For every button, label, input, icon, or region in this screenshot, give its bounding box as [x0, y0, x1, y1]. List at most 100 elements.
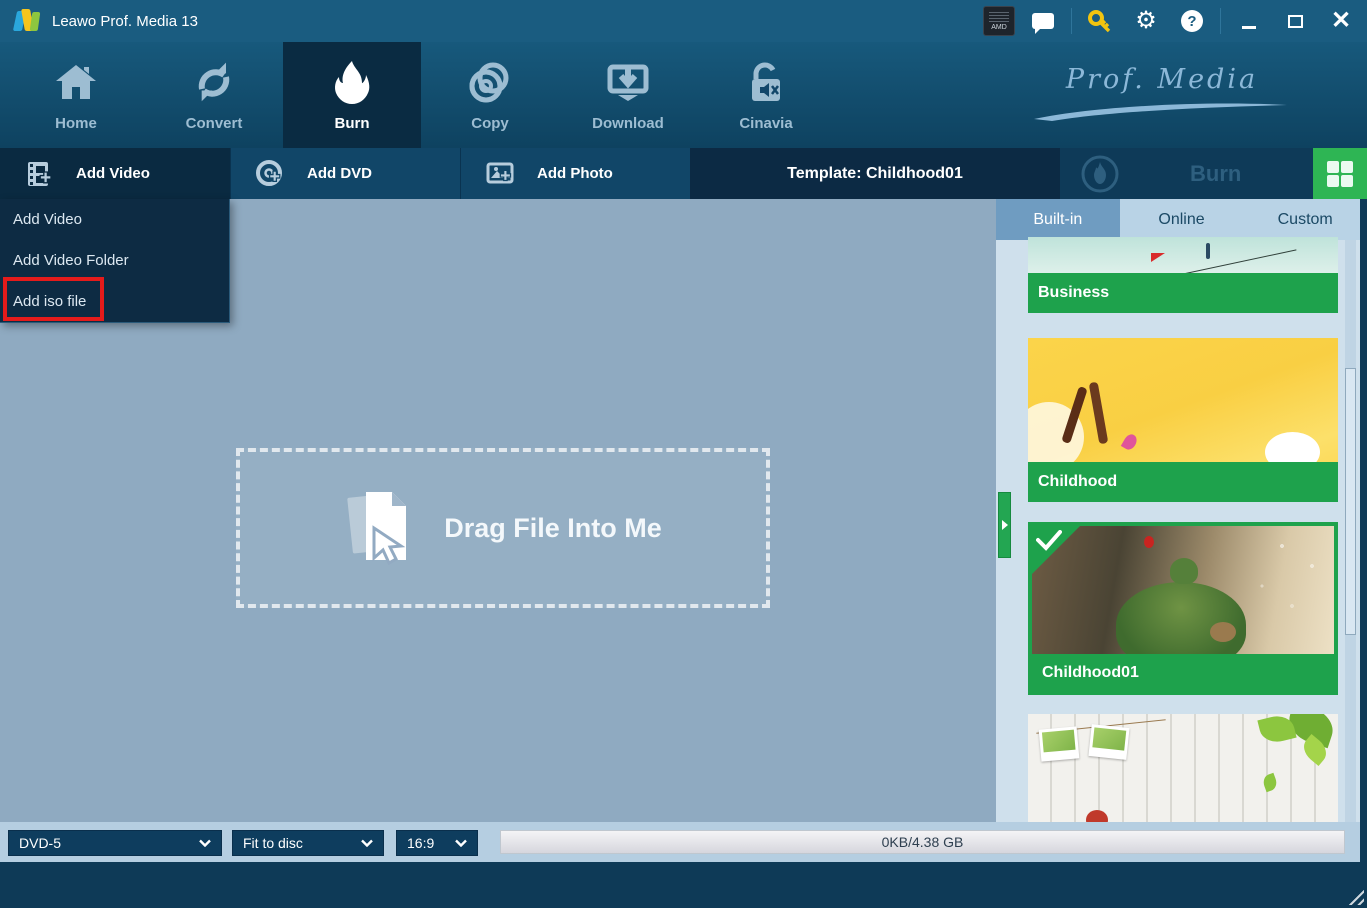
video-quality-value: Fit to disc [243, 835, 303, 851]
question-mark-icon: ? [1181, 10, 1203, 32]
add-photo-button[interactable]: Add Photo [460, 148, 690, 199]
tab-label: Online [1158, 211, 1204, 229]
burn-label: Burn [1190, 161, 1241, 187]
chat-bubble-icon [1032, 13, 1054, 29]
add-video-button[interactable]: Add Video [0, 148, 230, 199]
nav-label: Cinavia [739, 115, 792, 132]
maximize-icon [1288, 15, 1303, 28]
maximize-button[interactable] [1277, 0, 1313, 42]
panel-expand-handle[interactable] [998, 492, 1011, 558]
burn-action-button[interactable]: Burn [1060, 148, 1313, 199]
template-grid-view-button[interactable] [1313, 148, 1367, 199]
burn-circle-icon [1080, 154, 1120, 194]
disc-type-value: DVD-5 [19, 835, 61, 851]
selected-checkmark-icon [1032, 526, 1080, 574]
nav-tab-copy[interactable]: Copy [421, 42, 559, 148]
cinavia-unlock-mute-icon [742, 59, 790, 107]
copy-discs-icon [466, 59, 514, 107]
template-name: Childhood [1028, 462, 1338, 502]
template-item-childhood01-selected[interactable]: Childhood01 [1028, 522, 1338, 695]
menu-item-label: Add iso file [13, 293, 86, 310]
close-button[interactable]: ✕ [1323, 0, 1359, 42]
add-photo-label: Add Photo [537, 165, 613, 182]
file-cursor-icon [344, 486, 416, 570]
nav-label: Download [592, 115, 664, 132]
menu-item-add-video-folder[interactable]: Add Video Folder [0, 240, 229, 281]
status-bar [0, 862, 1367, 908]
capacity-text: 0KB/4.38 GB [882, 834, 964, 850]
add-video-dropdown-menu: Add Video Add Video Folder Add iso file [0, 199, 230, 323]
nav-label: Burn [335, 115, 370, 132]
template-selector-button[interactable]: Template: Childhood01 [690, 148, 1060, 199]
gear-icon: ⚙ [1135, 9, 1157, 33]
divider [1071, 8, 1072, 34]
menu-item-label: Add Video [13, 211, 82, 228]
scrollbar-thumb[interactable] [1345, 368, 1356, 635]
template-sidebar: Built-in Online Custom Business Childhoo… [996, 199, 1367, 822]
divider [1220, 8, 1221, 34]
download-icon [604, 59, 652, 107]
convert-arrows-icon [190, 59, 238, 107]
template-source-tabs: Built-in Online Custom [996, 199, 1367, 240]
nav-label: Copy [471, 115, 509, 132]
nav-label: Home [55, 115, 97, 132]
main-navbar: Home Convert Burn Copy Download Cinavia [0, 42, 1367, 148]
add-video-label: Add Video [76, 165, 150, 182]
nav-label: Convert [186, 115, 243, 132]
menu-item-add-iso-file[interactable]: Add iso file [0, 281, 229, 322]
minimize-icon [1242, 26, 1256, 29]
window-right-edge [1360, 199, 1367, 862]
menu-item-add-video[interactable]: Add Video [0, 199, 229, 240]
template-item-childhood[interactable]: Childhood [1028, 338, 1338, 502]
tab-custom[interactable]: Custom [1243, 199, 1367, 240]
key-icon [1087, 8, 1113, 34]
chevron-down-icon [455, 839, 467, 847]
disc-type-select[interactable]: DVD-5 [8, 830, 222, 856]
tab-label: Built-in [1033, 211, 1082, 229]
settings-button[interactable]: ⚙ [1128, 0, 1164, 42]
add-dvd-label: Add DVD [307, 165, 372, 182]
bottom-settings-bar: DVD-5 Fit to disc 16:9 0KB/4.38 GB [0, 822, 1367, 862]
feedback-chat-button[interactable] [1025, 0, 1061, 42]
window-title: Leawo Prof. Media 13 [52, 13, 198, 30]
nav-tab-download[interactable]: Download [559, 42, 697, 148]
minimize-button[interactable] [1231, 0, 1267, 42]
sub-toolbar: Add Video Add DVD Add Photo Template: Ch… [0, 148, 1367, 199]
brand-script-text: Prof. Media [1032, 64, 1292, 95]
add-dvd-button[interactable]: Add DVD [230, 148, 460, 199]
flame-icon [328, 59, 376, 107]
nav-tab-burn[interactable]: Burn [283, 42, 421, 148]
video-quality-select[interactable]: Fit to disc [232, 830, 384, 856]
nav-tab-home[interactable]: Home [7, 42, 145, 148]
sidebar-scrollbar[interactable] [1345, 240, 1356, 822]
template-item-fence[interactable] [1028, 714, 1338, 822]
nav-tab-cinavia[interactable]: Cinavia [697, 42, 835, 148]
resize-grip[interactable] [1348, 889, 1364, 905]
help-button[interactable]: ? [1174, 0, 1210, 42]
drag-drop-area[interactable]: Drag File Into Me [236, 448, 770, 608]
tab-built-in[interactable]: Built-in [996, 199, 1120, 240]
template-item-business[interactable]: Business [1028, 237, 1338, 313]
disc-capacity-bar: 0KB/4.38 GB [500, 830, 1345, 854]
aspect-ratio-value: 16:9 [407, 835, 434, 851]
chevron-down-icon [361, 839, 373, 847]
title-bar: Leawo Prof. Media 13 AMD ⚙ ? ✕ [0, 0, 1367, 42]
tab-online[interactable]: Online [1120, 199, 1244, 240]
register-key-button[interactable] [1082, 0, 1118, 42]
film-plus-icon [24, 158, 56, 190]
dropzone-label: Drag File Into Me [444, 513, 662, 544]
nav-tab-convert[interactable]: Convert [145, 42, 283, 148]
home-icon [52, 59, 100, 107]
photo-plus-icon [485, 158, 517, 190]
amd-radeon-badge-icon: AMD [983, 6, 1015, 36]
arrow-right-icon [1002, 520, 1008, 530]
template-name: Childhood01 [1032, 654, 1334, 691]
aspect-ratio-select[interactable]: 16:9 [396, 830, 478, 856]
brand-script: Prof. Media [1032, 64, 1292, 123]
chevron-down-icon [199, 839, 211, 847]
app-window: Leawo Prof. Media 13 AMD ⚙ ? ✕ Home Co [0, 0, 1367, 908]
grid-icon [1327, 161, 1353, 187]
template-label: Template: Childhood01 [787, 165, 963, 183]
dvd-plus-icon [255, 158, 287, 190]
leawo-logo-icon [14, 9, 40, 33]
